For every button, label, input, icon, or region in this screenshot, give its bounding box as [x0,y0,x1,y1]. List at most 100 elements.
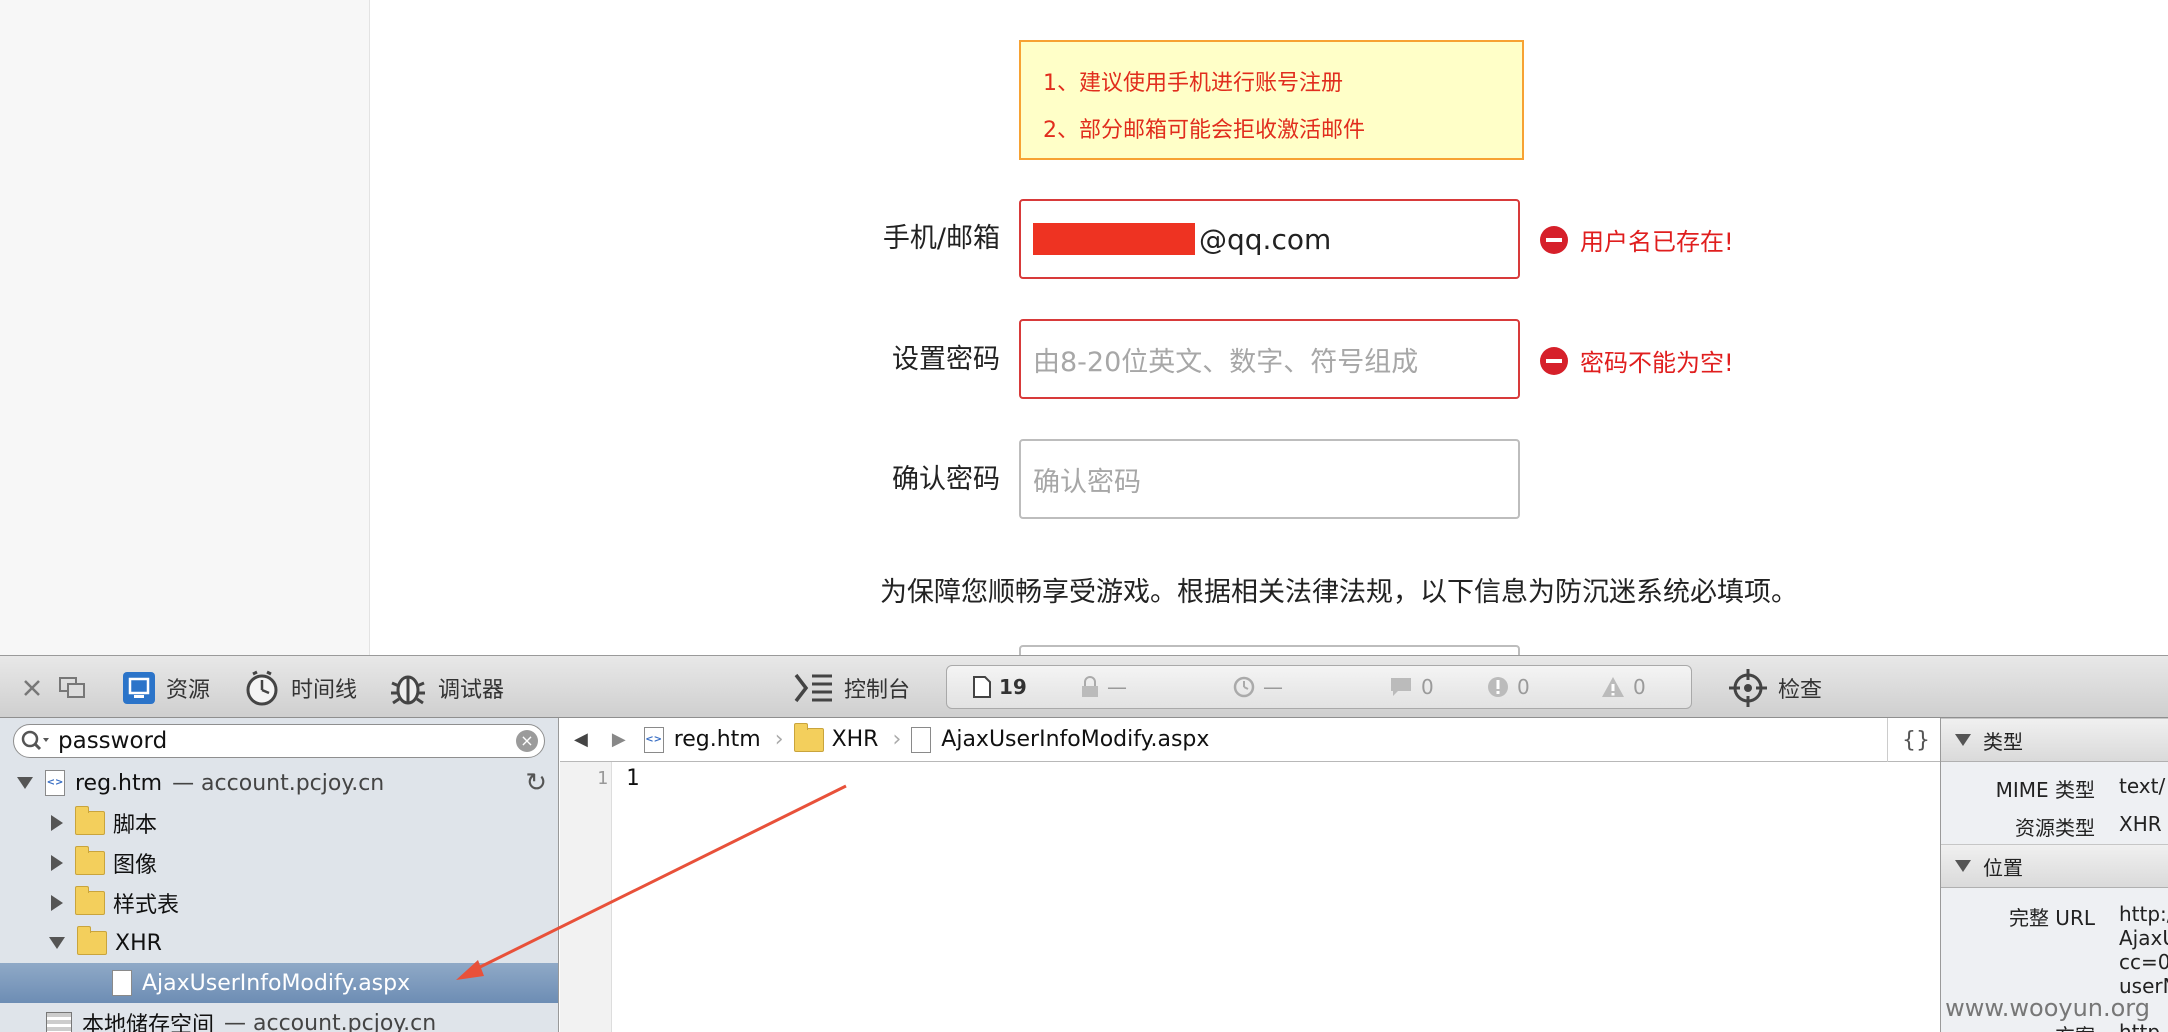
password-error: 密码不能为空! [1540,343,1734,378]
console-tab-label: 控制台 [844,677,911,703]
tree-item-xhr[interactable]: XHR [0,923,558,963]
resource-search-input[interactable]: password × [13,724,545,758]
timeline-tab-label: 时间线 [291,677,358,703]
error-count-value: 0 [1517,675,1530,699]
tree-item-stylesheets[interactable]: 样式表 [0,883,558,923]
error-count[interactable]: 0 [1487,675,1530,699]
url-line: AjaxU [2119,926,2168,950]
file-icon [112,970,132,996]
breadcrumb-item-file[interactable]: AjaxUserInfoModify.aspx [911,726,1209,753]
tree-item-local-storage[interactable]: 本地储存空间 — account.pcjoy.cn [0,1003,558,1032]
resource-type-label: 资源类型 [2015,816,2095,840]
notice-line-2: 2、部分邮箱可能会拒收激活邮件 [1043,118,1365,143]
search-value: password [58,728,168,754]
console-tab[interactable]: 控制台 [794,656,910,719]
load-time-value: — [1263,675,1283,699]
back-arrow-icon[interactable]: ◀ [574,729,588,750]
folder-icon [75,886,105,915]
password-input[interactable]: 由8-20位英文、数字、符号组成 [1019,319,1520,399]
search-icon [21,730,49,751]
images-label: 图像 [113,853,158,878]
timeline-icon [246,670,278,705]
log-count[interactable]: 0 [1389,675,1434,699]
folder-icon [75,806,105,835]
url-line: http:/ [2119,902,2168,926]
inspect-button[interactable]: 检查 [1728,656,1822,719]
warning-icon [1602,677,1624,697]
disclosure-closed-icon[interactable] [51,815,63,831]
disclosure-closed-icon[interactable] [51,855,63,871]
message-icon [1391,678,1411,696]
confirm-password-input[interactable]: 确认密码 [1019,439,1520,519]
pretty-print-button[interactable]: {} [1887,718,1930,762]
debugger-tab-label: 调试器 [438,677,505,703]
warning-count[interactable]: 0 [1601,675,1646,699]
disclosure-open-icon[interactable] [17,777,33,789]
disclosure-open-icon[interactable] [1955,860,1971,872]
username-input[interactable]: @qq.com [1019,199,1520,279]
password-placeholder: 由8-20位英文、数字、符号组成 [1033,346,1419,378]
close-devtools-button[interactable] [20,656,44,719]
resource-size-value: — [1107,675,1127,699]
resources-tab[interactable]: 资源 [122,656,210,719]
tree-item-reg-htm[interactable]: <> reg.htm — account.pcjoy.cn ↻ [0,763,558,803]
storage-label: 本地储存空间 [82,1013,215,1032]
confirm-password-label: 确认密码 [892,464,1000,495]
clear-search-icon[interactable]: × [516,730,538,752]
disclosure-closed-icon[interactable] [51,895,63,911]
resources-tab-label: 资源 [166,677,211,703]
forward-arrow-icon[interactable]: ▶ [612,729,626,750]
watermark: www.wooyun.org [1945,994,2150,1022]
folder-icon [75,846,105,875]
breadcrumb-label: reg.htm [673,727,761,752]
confirm-password-placeholder: 确认密码 [1033,466,1141,498]
reload-icon[interactable]: ↻ [525,768,547,798]
registration-notice: 1、建议使用手机进行账号注册 2、部分邮箱可能会拒收激活邮件 [1019,40,1524,160]
username-error-text: 用户名已存在! [1580,228,1734,256]
next-input-partial[interactable] [1019,645,1520,655]
breadcrumb: ◀ ▶ <> reg.htm › XHR › AjaxUserInfoModif… [560,718,1940,762]
mime-type-label: MIME 类型 [1995,778,2095,802]
tree-item-scripts[interactable]: 脚本 [0,803,558,843]
password-label: 设置密码 [892,344,1000,375]
anti-addiction-notice: 为保障您顺畅享受游戏。根据相关法律法规，以下信息为防沉迷系统必填项。 [880,577,1798,608]
location-section-header[interactable]: 位置 [1941,844,2168,888]
warning-count-value: 0 [1633,675,1646,699]
resource-content-panel: ◀ ▶ <> reg.htm › XHR › AjaxUserInfoModif… [560,718,1940,1032]
type-section-header[interactable]: 类型 [1941,718,2168,762]
file-icon [911,726,932,753]
root-domain: — account.pcjoy.cn [172,770,385,796]
scripts-label: 脚本 [113,813,158,838]
html-document-icon: <> [45,770,65,796]
redacted-block [1033,223,1195,255]
breadcrumb-item-xhr[interactable]: XHR [793,722,878,752]
disclosure-open-icon[interactable] [1955,734,1971,746]
storage-domain: — account.pcjoy.cn [224,1010,437,1032]
response-body-line: 1 [626,766,640,791]
devtools-toolbar: 资源 时间线 调试器 控制台 19 — — 0 0 0 检查 [0,655,2168,718]
full-url-label: 完整 URL [2008,906,2095,930]
activity-viewer: 19 — — 0 0 0 [946,665,1692,709]
error-icon [1540,225,1568,254]
tree-item-ajax-file[interactable]: AjaxUserInfoModify.aspx [0,963,558,1003]
url-line: cc=0 [2119,950,2168,974]
stylesheets-label: 样式表 [113,893,180,918]
resource-size[interactable]: — [1081,675,1127,699]
tree-item-images[interactable]: 图像 [0,843,558,883]
type-section-title: 类型 [1983,729,2023,754]
breadcrumb-separator-icon: › [774,727,784,752]
xhr-label: XHR [115,930,162,956]
debugger-tab[interactable]: 调试器 [388,656,504,719]
resources-icon [123,671,155,704]
timeline-tab[interactable]: 时间线 [243,656,357,719]
resource-count[interactable]: 19 [973,675,1027,699]
breadcrumb-item-reg-htm[interactable]: <> reg.htm [638,726,761,753]
load-time[interactable]: — [1233,675,1283,699]
console-icon [794,673,832,702]
location-section-title: 位置 [1983,855,2023,880]
disclosure-open-icon[interactable] [49,937,65,949]
mime-type-value: text/ [2119,774,2166,798]
log-count-value: 0 [1421,675,1434,699]
undock-button[interactable] [58,656,88,719]
close-icon [24,679,40,696]
